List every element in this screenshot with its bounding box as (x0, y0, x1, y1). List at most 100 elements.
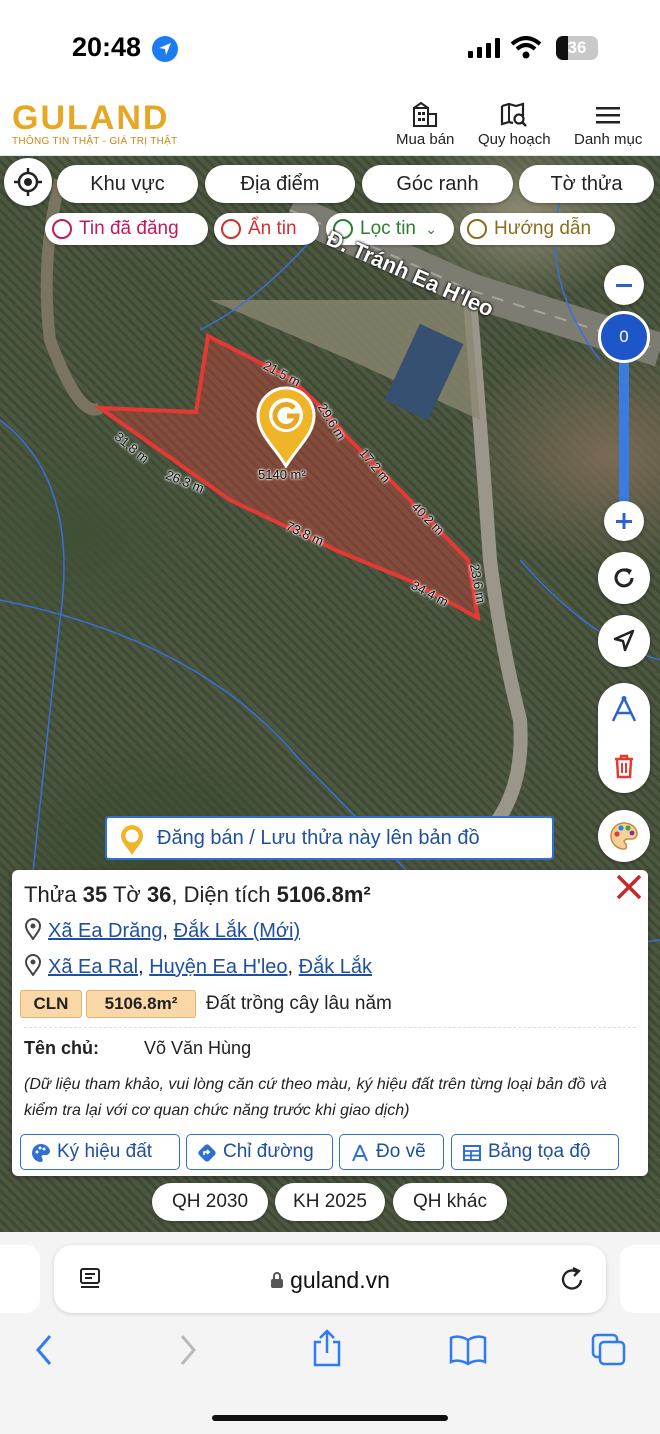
map-pin-icon (24, 954, 42, 976)
nav-quy-hoach[interactable]: Quy hoạch (478, 102, 551, 148)
zoom-out-button[interactable] (604, 265, 644, 305)
browser-chrome: guland.vn (0, 1232, 660, 1434)
zoom-in-button[interactable] (604, 501, 644, 541)
commune-link[interactable]: Xã Ea Drăng (48, 920, 163, 942)
sheet-number: 36 (146, 882, 172, 907)
title-text: , Diện tích (171, 882, 277, 907)
directions-icon (198, 1144, 216, 1162)
action-label: Đo vẽ (376, 1141, 426, 1162)
province-link[interactable]: Đắk Lắk (Mới) (174, 920, 300, 942)
province-link[interactable]: Đắk Lắk (299, 956, 372, 978)
action-label: Ký hiệu đất (57, 1141, 153, 1162)
address-old: Xã Ea Ral, Huyện Ea H'leo, Đắk Lắk (24, 954, 372, 979)
parcel-title: Thửa 35 Tờ 36, Diện tích 5106.8m² (24, 882, 371, 908)
land-symbol-button[interactable]: Ký hiệu đất (20, 1134, 180, 1170)
palette-icon (32, 1143, 50, 1162)
address-new: Xã Ea Drăng, Đắk Lắk (Mới) (24, 918, 300, 943)
action-label: Chỉ đường (223, 1141, 314, 1162)
palette-icon (610, 822, 638, 850)
map-pin-icon (24, 918, 42, 940)
action-label: Bảng tọa độ (488, 1141, 591, 1162)
land-type: Đất trồng cây lâu năm (206, 993, 392, 1014)
bookmarks-icon[interactable] (448, 1334, 488, 1366)
reload-icon[interactable] (560, 1265, 586, 1293)
area-label: 5140 m² (258, 467, 306, 482)
measure-draw-icon (352, 1144, 368, 1162)
nav-danh-muc[interactable]: Danh mục (574, 102, 642, 148)
posted-icon (52, 219, 72, 239)
chip-label: Tin đã đăng (79, 218, 179, 239)
disclaimer-note: (Dữ liệu tham khảo, vui lòng căn cứ theo… (24, 1076, 607, 1119)
title-text: Thửa (24, 882, 83, 907)
chip-label: Ẩn tin (248, 218, 297, 239)
chip-an-tin[interactable]: Ẩn tin (214, 213, 319, 245)
nav-label: Mua bán (396, 131, 455, 148)
directions-button[interactable]: Chỉ đường (186, 1134, 333, 1170)
chevron-down-icon: ⌄ (425, 221, 437, 237)
plan-kh-2025[interactable]: KH 2025 (275, 1183, 385, 1221)
zoom-slider-handle[interactable]: 0 (598, 311, 650, 363)
nav-label: Quy hoạch (478, 131, 551, 148)
filter-dia-diem[interactable]: Địa điểm (205, 165, 355, 203)
owner-label: Tên chủ: (24, 1038, 99, 1058)
url: guland.vn (290, 1267, 390, 1293)
minus-icon (616, 284, 632, 287)
logo-tagline: THÔNG TIN THẬT - GIÁ TRỊ THẬT (12, 136, 178, 147)
next-tab[interactable] (620, 1245, 660, 1313)
measure-button[interactable]: Đo vẽ (339, 1134, 444, 1170)
navigation-arrow-icon (613, 629, 635, 652)
land-code-badge: CLN (20, 990, 82, 1018)
status-bar: 20:48 36 (0, 0, 660, 96)
refresh-icon (614, 568, 634, 588)
location-pin-icon[interactable] (254, 384, 318, 468)
post-parcel-label: Đăng bán / Lưu thửa này lên bản đồ (157, 827, 480, 849)
filter-goc-ranh[interactable]: Góc ranh (362, 165, 513, 203)
prev-tab[interactable] (0, 1245, 40, 1313)
address-bar[interactable]: guland.vn (54, 1245, 606, 1313)
nav-label: Danh mục (574, 131, 643, 148)
filter-khu-vuc[interactable]: Khu vực (57, 165, 198, 203)
draw-tools-group (598, 683, 650, 793)
district-link[interactable]: Huyện Ea H'leo (149, 956, 287, 978)
plus-icon (616, 513, 632, 529)
cell-signal-icon (468, 38, 500, 58)
parcel-info-card: Thửa 35 Tờ 36, Diện tích 5106.8m² Xã Ea … (12, 870, 648, 1176)
palette-button[interactable] (598, 810, 650, 862)
zoom-slider-track[interactable] (619, 346, 629, 506)
forward-icon[interactable] (174, 1332, 202, 1368)
menu-icon (596, 107, 621, 124)
share-icon[interactable] (310, 1328, 344, 1368)
wifi-icon (510, 36, 542, 59)
back-icon[interactable] (30, 1332, 58, 1368)
navigate-button[interactable] (598, 615, 650, 667)
battery-icon: 36 (556, 36, 598, 60)
chip-tin-da-dang[interactable]: Tin đã đăng (45, 213, 208, 245)
url-text: guland.vn (54, 1267, 606, 1294)
chip-label: Lọc tin (360, 218, 416, 239)
trash-icon[interactable] (612, 753, 636, 779)
post-parcel-button[interactable]: Đăng bán / Lưu thửa này lên bản đồ (105, 816, 554, 860)
location-arrow-icon (152, 36, 178, 62)
chip-huong-dan[interactable]: Hướng dẫn (460, 213, 615, 245)
clock: 20:48 (72, 32, 142, 62)
title-text: Tờ (107, 882, 147, 907)
refresh-button[interactable] (598, 552, 650, 604)
nav-mua-ban[interactable]: Mua bán (396, 102, 454, 148)
map-search-icon (501, 102, 528, 127)
commune-link[interactable]: Xã Ea Ral (48, 956, 138, 978)
coordinate-table-button[interactable]: Bảng tọa độ (451, 1134, 619, 1170)
locate-button[interactable] (4, 158, 52, 206)
guide-icon (467, 219, 487, 239)
filter-to-thua[interactable]: Tờ thửa (519, 165, 654, 203)
measure-draw-icon[interactable] (609, 695, 639, 725)
lot-number: 35 (82, 882, 108, 907)
plan-qh-khac[interactable]: QH khác (393, 1183, 507, 1221)
building-icon (413, 102, 438, 127)
plan-qh-2030[interactable]: QH 2030 (152, 1183, 268, 1221)
tabs-icon[interactable] (590, 1332, 628, 1368)
battery-level: 36 (567, 38, 587, 57)
close-icon[interactable] (614, 872, 644, 902)
chip-label: Hướng dẫn (494, 218, 592, 239)
lock-icon (271, 1272, 284, 1288)
guland-logo[interactable]: GULAND THÔNG TIN THẬT - GIÁ TRỊ THẬT (12, 101, 178, 147)
